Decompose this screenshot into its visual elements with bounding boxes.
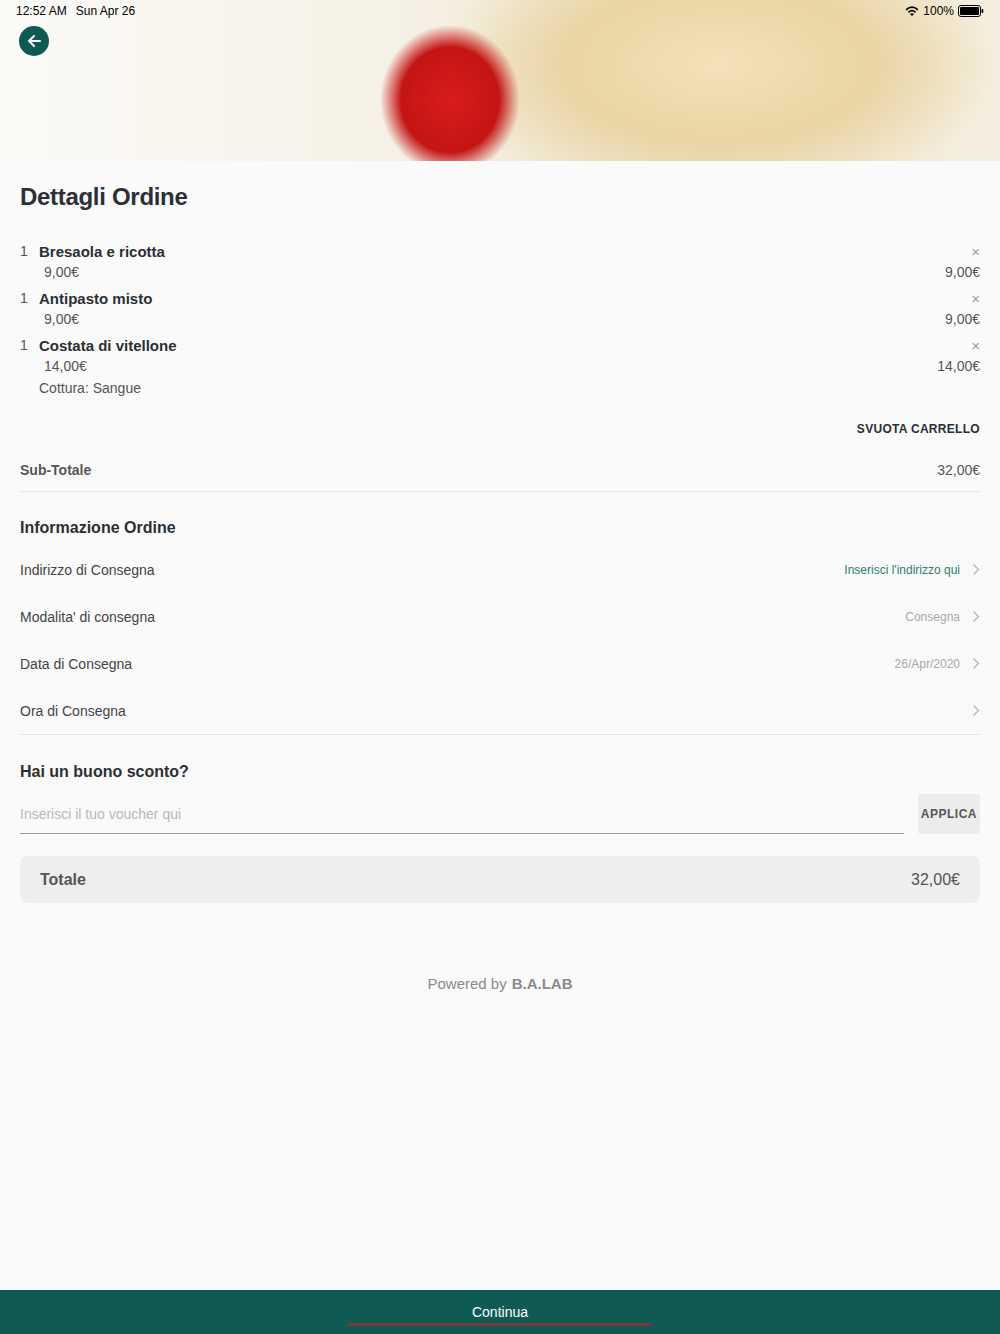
continue-button[interactable]: Continua bbox=[0, 1290, 1000, 1334]
battery-icon bbox=[958, 5, 984, 17]
info-label: Data di Consegna bbox=[20, 656, 132, 672]
cart-item: 1Costata di vitellone×14,00€14,00€Cottur… bbox=[20, 335, 980, 399]
item-quantity: 1 bbox=[20, 288, 39, 309]
item-quantity: 1 bbox=[20, 241, 39, 262]
total-value: 32,00€ bbox=[911, 871, 960, 889]
item-option: Cottura: Sangue bbox=[39, 377, 937, 399]
battery-level: 100% bbox=[923, 4, 954, 18]
subtotal-label: Sub-Totale bbox=[20, 462, 91, 478]
voucher-title: Hai un buono sconto? bbox=[20, 762, 980, 782]
total-label: Totale bbox=[40, 871, 86, 889]
item-unit-price: 14,00€ bbox=[39, 356, 937, 377]
status-bar: 12:52 AM Sun Apr 26 100% bbox=[16, 4, 984, 18]
info-label: Modalita' di consegna bbox=[20, 609, 155, 625]
chevron-right-icon bbox=[972, 657, 980, 670]
apply-button[interactable]: APPLICA bbox=[918, 794, 980, 834]
order-info-row[interactable]: Modalita' di consegna Consegna bbox=[20, 593, 980, 640]
info-label: Ora di Consegna bbox=[20, 703, 126, 719]
brand-name: B.A.LAB bbox=[512, 975, 573, 992]
order-info-title: Informazione Ordine bbox=[20, 518, 980, 538]
cart-item: 1Antipasto misto×9,00€9,00€ bbox=[20, 288, 980, 330]
order-info-list: Indirizzo di Consegna Inserisci l'indiriz… bbox=[20, 546, 980, 735]
powered-by: Powered by B.A.LAB bbox=[20, 975, 980, 992]
total-box: Totale 32,00€ bbox=[20, 856, 980, 903]
item-unit-price: 9,00€ bbox=[39, 309, 945, 330]
chevron-right-icon bbox=[972, 704, 980, 717]
header-photo: 12:52 AM Sun Apr 26 100% bbox=[0, 0, 1000, 161]
item-total: 9,00€ bbox=[945, 262, 980, 283]
status-time: 12:52 AM bbox=[16, 4, 67, 18]
item-name: Bresaola e ricotta bbox=[39, 241, 945, 262]
item-quantity: 1 bbox=[20, 335, 39, 356]
remove-item-button[interactable]: × bbox=[971, 241, 980, 262]
order-info-row[interactable]: Ora di Consegna bbox=[20, 687, 980, 734]
info-value: 26/Apr/2020 bbox=[895, 657, 960, 671]
chevron-right-icon bbox=[972, 563, 980, 576]
info-value: Inserisci l'indirizzo qui bbox=[844, 563, 960, 577]
order-info-row[interactable]: Data di Consegna 26/Apr/2020 bbox=[20, 640, 980, 687]
info-value: Consegna bbox=[905, 610, 960, 624]
cart-item: 1Bresaola e ricotta×9,00€9,00€ bbox=[20, 241, 980, 283]
status-date: Sun Apr 26 bbox=[76, 4, 135, 18]
remove-item-button[interactable]: × bbox=[971, 288, 980, 309]
order-page: 12:52 AMSun Apr 26100%Dettagli Ordine1Br… bbox=[0, 0, 1000, 1334]
page-title: Dettagli Ordine bbox=[20, 181, 980, 213]
remove-item-button[interactable]: × bbox=[971, 335, 980, 356]
subtotal-row: Sub-Totale 32,00€ bbox=[20, 451, 980, 492]
clear-cart-button[interactable]: SVUOTA CARRELLO bbox=[857, 419, 980, 439]
arrow-left-icon bbox=[26, 33, 42, 49]
cart-list: 1Bresaola e ricotta×9,00€9,00€1Antipasto… bbox=[20, 241, 980, 399]
voucher-form: APPLICA bbox=[20, 794, 980, 834]
back-button[interactable] bbox=[19, 26, 49, 56]
info-label: Indirizzo di Consegna bbox=[20, 562, 155, 578]
chevron-right-icon bbox=[972, 610, 980, 623]
subtotal-value: 32,00€ bbox=[937, 462, 980, 478]
item-unit-price: 9,00€ bbox=[39, 262, 945, 283]
item-total: 14,00€ bbox=[937, 356, 980, 377]
item-total: 9,00€ bbox=[945, 309, 980, 330]
home-indicator bbox=[347, 1323, 652, 1326]
powered-by-text: Powered by bbox=[427, 975, 506, 992]
order-info-row[interactable]: Indirizzo di Consegna Inserisci l'indiriz… bbox=[20, 546, 980, 593]
wifi-icon bbox=[905, 6, 919, 17]
item-name: Costata di vitellone bbox=[39, 335, 937, 356]
item-name: Antipasto misto bbox=[39, 288, 945, 309]
continue-label: Continua bbox=[472, 1304, 528, 1320]
voucher-input[interactable] bbox=[20, 794, 904, 834]
